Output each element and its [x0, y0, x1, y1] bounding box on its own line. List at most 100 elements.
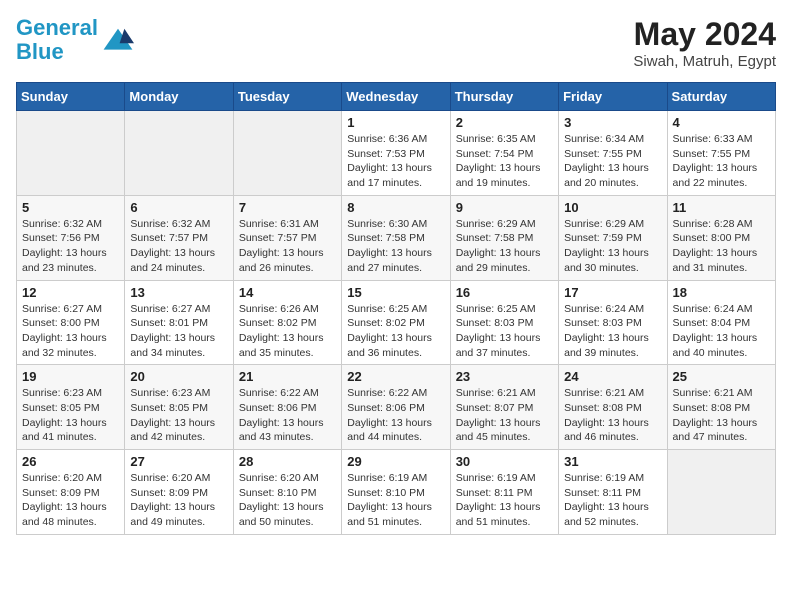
day-info: Sunrise: 6:23 AM Sunset: 8:05 PM Dayligh… — [130, 386, 227, 445]
day-number: 6 — [130, 200, 227, 215]
calendar-cell: 17 Sunrise: 6:24 AM Sunset: 8:03 PM Dayli… — [559, 280, 667, 365]
day-info: Sunrise: 6:32 AM Sunset: 7:56 PM Dayligh… — [22, 217, 119, 276]
calendar-cell: 14Sunrise: 6:26 AM Sunset: 8:02 PM Dayli… — [233, 280, 341, 365]
logo-icon — [102, 24, 134, 56]
day-info: Sunrise: 6:27 AM Sunset: 8:01 PM Dayligh… — [130, 302, 227, 361]
calendar-cell: 8 Sunrise: 6:30 AM Sunset: 7:58 PM Daylig… — [342, 195, 450, 280]
calendar-cell: 30 Sunrise: 6:19 AM Sunset: 8:11 PM Dayli… — [450, 450, 558, 535]
weekday-header: Saturday — [667, 83, 775, 111]
day-info: Sunrise: 6:24 AM Sunset: 8:04 PM Dayligh… — [673, 302, 770, 361]
day-number: 4 — [673, 115, 770, 130]
calendar-cell: 22Sunrise: 6:22 AM Sunset: 8:06 PM Dayli… — [342, 365, 450, 450]
day-number: 9 — [456, 200, 553, 215]
calendar-cell: 11 Sunrise: 6:28 AM Sunset: 8:00 PM Dayli… — [667, 195, 775, 280]
calendar-cell: 1 Sunrise: 6:36 AM Sunset: 7:53 PM Daylig… — [342, 111, 450, 196]
day-number: 8 — [347, 200, 444, 215]
day-number: 28 — [239, 454, 336, 469]
calendar-cell: 20 Sunrise: 6:23 AM Sunset: 8:05 PM Dayli… — [125, 365, 233, 450]
weekday-header-row: SundayMondayTuesdayWednesdayThursdayFrid… — [17, 83, 776, 111]
calendar-table: SundayMondayTuesdayWednesdayThursdayFrid… — [16, 82, 776, 535]
calendar-cell: 31 Sunrise: 6:19 AM Sunset: 8:11 PM Dayli… — [559, 450, 667, 535]
day-number: 25 — [673, 369, 770, 384]
day-number: 18 — [673, 285, 770, 300]
day-info: Sunrise: 6:19 AM Sunset: 8:11 PM Dayligh… — [456, 471, 553, 530]
day-info: Sunrise: 6:25 AM Sunset: 8:02 PM Dayligh… — [347, 302, 444, 361]
calendar-cell: 29Sunrise: 6:19 AM Sunset: 8:10 PM Dayli… — [342, 450, 450, 535]
day-info: Sunrise: 6:36 AM Sunset: 7:53 PM Dayligh… — [347, 132, 444, 191]
day-number: 22 — [347, 369, 444, 384]
calendar-cell: 6 Sunrise: 6:32 AM Sunset: 7:57 PM Daylig… — [125, 195, 233, 280]
calendar-cell: 26 Sunrise: 6:20 AM Sunset: 8:09 PM Dayli… — [17, 450, 125, 535]
day-number: 30 — [456, 454, 553, 469]
calendar-cell: 2Sunrise: 6:35 AM Sunset: 7:54 PM Daylig… — [450, 111, 558, 196]
calendar-cell — [125, 111, 233, 196]
calendar-cell: 23Sunrise: 6:21 AM Sunset: 8:07 PM Dayli… — [450, 365, 558, 450]
day-number: 5 — [22, 200, 119, 215]
calendar-cell: 21 Sunrise: 6:22 AM Sunset: 8:06 PM Dayli… — [233, 365, 341, 450]
day-info: Sunrise: 6:29 AM Sunset: 7:58 PM Dayligh… — [456, 217, 553, 276]
calendar-cell: 25 Sunrise: 6:21 AM Sunset: 8:08 PM Dayli… — [667, 365, 775, 450]
day-info: Sunrise: 6:31 AM Sunset: 7:57 PM Dayligh… — [239, 217, 336, 276]
calendar-week-row: 12Sunrise: 6:27 AM Sunset: 8:00 PM Dayli… — [17, 280, 776, 365]
day-number: 13 — [130, 285, 227, 300]
month-title: May 2024 — [633, 16, 776, 53]
calendar-cell: 15Sunrise: 6:25 AM Sunset: 8:02 PM Dayli… — [342, 280, 450, 365]
calendar-cell: 13 Sunrise: 6:27 AM Sunset: 8:01 PM Dayli… — [125, 280, 233, 365]
day-number: 16 — [456, 285, 553, 300]
day-number: 26 — [22, 454, 119, 469]
day-number: 3 — [564, 115, 661, 130]
day-info: Sunrise: 6:30 AM Sunset: 7:58 PM Dayligh… — [347, 217, 444, 276]
day-number: 31 — [564, 454, 661, 469]
calendar-cell: 28 Sunrise: 6:20 AM Sunset: 8:10 PM Dayli… — [233, 450, 341, 535]
calendar-week-row: 5 Sunrise: 6:32 AM Sunset: 7:56 PM Daylig… — [17, 195, 776, 280]
weekday-header: Wednesday — [342, 83, 450, 111]
page-header: GeneralBlue May 2024 Siwah, Matruh, Egyp… — [16, 16, 776, 70]
day-info: Sunrise: 6:24 AM Sunset: 8:03 PM Dayligh… — [564, 302, 661, 361]
day-number: 20 — [130, 369, 227, 384]
calendar-header: SundayMondayTuesdayWednesdayThursdayFrid… — [17, 83, 776, 111]
day-info: Sunrise: 6:21 AM Sunset: 8:08 PM Dayligh… — [564, 386, 661, 445]
day-info: Sunrise: 6:20 AM Sunset: 8:09 PM Dayligh… — [22, 471, 119, 530]
day-info: Sunrise: 6:25 AM Sunset: 8:03 PM Dayligh… — [456, 302, 553, 361]
calendar-cell — [233, 111, 341, 196]
calendar-cell — [667, 450, 775, 535]
calendar-cell — [17, 111, 125, 196]
day-number: 24 — [564, 369, 661, 384]
day-info: Sunrise: 6:32 AM Sunset: 7:57 PM Dayligh… — [130, 217, 227, 276]
day-info: Sunrise: 6:21 AM Sunset: 8:08 PM Dayligh… — [673, 386, 770, 445]
calendar-cell: 9 Sunrise: 6:29 AM Sunset: 7:58 PM Daylig… — [450, 195, 558, 280]
day-info: Sunrise: 6:23 AM Sunset: 8:05 PM Dayligh… — [22, 386, 119, 445]
weekday-header: Friday — [559, 83, 667, 111]
day-info: Sunrise: 6:22 AM Sunset: 8:06 PM Dayligh… — [239, 386, 336, 445]
title-block: May 2024 Siwah, Matruh, Egypt — [633, 16, 776, 70]
day-info: Sunrise: 6:34 AM Sunset: 7:55 PM Dayligh… — [564, 132, 661, 191]
calendar-cell: 27 Sunrise: 6:20 AM Sunset: 8:09 PM Dayli… — [125, 450, 233, 535]
day-number: 29 — [347, 454, 444, 469]
day-number: 17 — [564, 285, 661, 300]
day-number: 27 — [130, 454, 227, 469]
logo-text: GeneralBlue — [16, 16, 98, 64]
day-info: Sunrise: 6:33 AM Sunset: 7:55 PM Dayligh… — [673, 132, 770, 191]
day-info: Sunrise: 6:20 AM Sunset: 8:10 PM Dayligh… — [239, 471, 336, 530]
calendar-cell: 4 Sunrise: 6:33 AM Sunset: 7:55 PM Daylig… — [667, 111, 775, 196]
day-info: Sunrise: 6:27 AM Sunset: 8:00 PM Dayligh… — [22, 302, 119, 361]
day-number: 19 — [22, 369, 119, 384]
day-number: 1 — [347, 115, 444, 130]
calendar-week-row: 26 Sunrise: 6:20 AM Sunset: 8:09 PM Dayli… — [17, 450, 776, 535]
day-info: Sunrise: 6:28 AM Sunset: 8:00 PM Dayligh… — [673, 217, 770, 276]
day-number: 7 — [239, 200, 336, 215]
day-info: Sunrise: 6:20 AM Sunset: 8:09 PM Dayligh… — [130, 471, 227, 530]
day-info: Sunrise: 6:19 AM Sunset: 8:11 PM Dayligh… — [564, 471, 661, 530]
day-number: 2 — [456, 115, 553, 130]
day-number: 21 — [239, 369, 336, 384]
day-info: Sunrise: 6:29 AM Sunset: 7:59 PM Dayligh… — [564, 217, 661, 276]
calendar-cell: 5 Sunrise: 6:32 AM Sunset: 7:56 PM Daylig… — [17, 195, 125, 280]
day-number: 11 — [673, 200, 770, 215]
weekday-header: Thursday — [450, 83, 558, 111]
calendar-cell: 16 Sunrise: 6:25 AM Sunset: 8:03 PM Dayli… — [450, 280, 558, 365]
calendar-cell: 10 Sunrise: 6:29 AM Sunset: 7:59 PM Dayli… — [559, 195, 667, 280]
day-number: 10 — [564, 200, 661, 215]
calendar-week-row: 19 Sunrise: 6:23 AM Sunset: 8:05 PM Dayli… — [17, 365, 776, 450]
calendar-cell: 24 Sunrise: 6:21 AM Sunset: 8:08 PM Dayli… — [559, 365, 667, 450]
weekday-header: Monday — [125, 83, 233, 111]
